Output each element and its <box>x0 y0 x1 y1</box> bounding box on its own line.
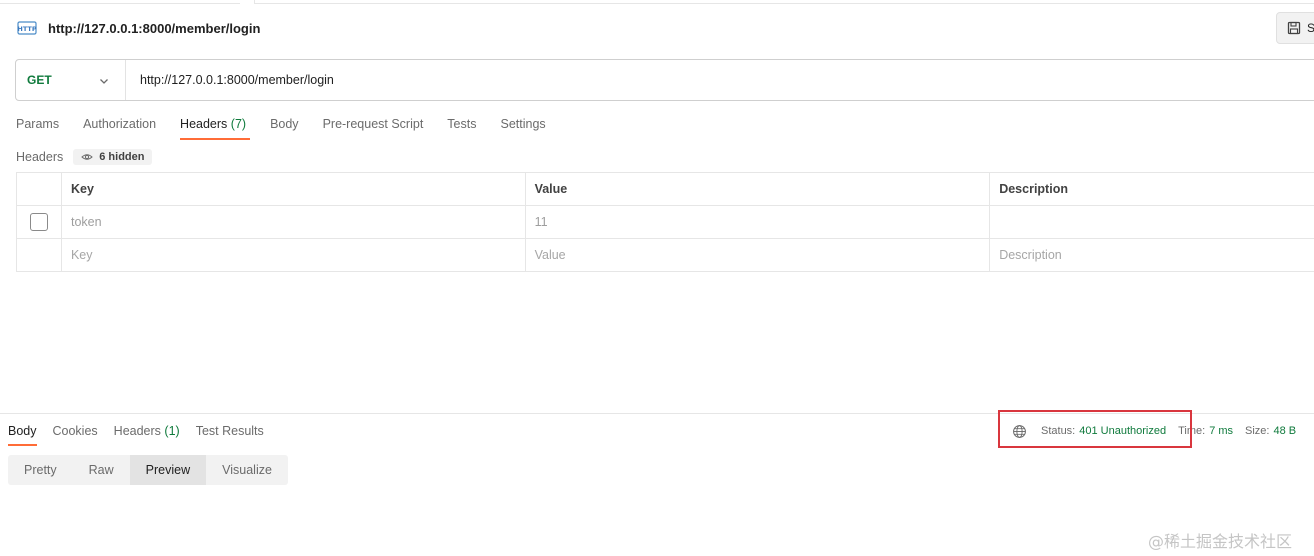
tab-pre-request-script[interactable]: Pre-request Script <box>323 116 424 140</box>
tab-body[interactable]: Body <box>270 116 299 140</box>
size-label: Size: <box>1245 425 1270 437</box>
tab-settings[interactable]: Settings <box>500 116 545 140</box>
tab-label: Tests <box>447 117 477 131</box>
tab-label: Cookies <box>52 424 98 438</box>
url-input[interactable]: http://127.0.0.1:8000/member/login <box>140 73 334 87</box>
table-row: token 11 <box>16 205 1314 239</box>
save-button-label: S <box>1307 21 1314 35</box>
svg-text:HTTP: HTTP <box>17 25 36 33</box>
status-highlight-box <box>998 410 1192 448</box>
headers-section-label: Headers <box>16 150 64 164</box>
row-checkbox-cell <box>16 205 62 239</box>
tab-label: Body <box>270 117 299 131</box>
tab-tests[interactable]: Tests <box>447 116 476 140</box>
header-key-cell[interactable]: token <box>60 205 526 239</box>
tab-strip-left <box>0 0 240 4</box>
headers-table: Key Value Description token 11 Key Value… <box>16 172 1314 272</box>
eye-icon <box>81 154 93 160</box>
tab-label: Headers <box>180 117 228 131</box>
top-tab-strip <box>0 0 1314 4</box>
tab-label: Pre-request Script <box>322 117 424 131</box>
tab-count: (1) <box>164 424 180 438</box>
view-raw-button[interactable]: Raw <box>73 455 130 485</box>
tab-label: Test Results <box>195 424 264 438</box>
url-bar: GET http://127.0.0.1:8000/member/login <box>15 59 1314 101</box>
response-tab-body[interactable]: Body <box>8 423 37 446</box>
tab-count: (7) <box>230 117 247 131</box>
new-row-checkbox-cell <box>16 238 62 272</box>
tab-strip-right <box>254 0 1314 4</box>
tab-label: Settings <box>500 117 546 131</box>
row-enable-checkbox[interactable] <box>29 213 48 231</box>
tab-label: Params <box>16 117 60 131</box>
hidden-headers-toggle[interactable]: 6 hidden <box>73 149 153 165</box>
tab-authorization[interactable]: Authorization <box>83 116 156 140</box>
header-value-cell[interactable]: 11 <box>524 205 991 239</box>
save-icon <box>1287 21 1301 35</box>
view-preview-button[interactable]: Preview <box>129 455 207 485</box>
view-pretty-button[interactable]: Pretty <box>8 455 73 485</box>
new-value-input[interactable]: Value <box>524 238 991 272</box>
new-description-input[interactable]: Description <box>989 238 1314 272</box>
request-tabs: Params Authorization Headers (7) Body Pr… <box>16 116 570 142</box>
method-value: GET <box>27 73 52 87</box>
column-header-description: Description <box>989 172 1314 206</box>
tab-label: Headers <box>113 424 161 438</box>
size-value[interactable]: 48 B <box>1274 425 1297 437</box>
tab-label: Body <box>8 424 37 438</box>
chevron-down-icon <box>100 79 108 84</box>
column-header-key: Key <box>60 172 526 206</box>
response-tabs: Body Cookies Headers (1) Test Results <box>8 423 280 447</box>
http-request-icon: HTTP <box>16 17 38 39</box>
table-row-new: Key Value Description <box>16 238 1314 272</box>
response-tab-headers[interactable]: Headers (1) <box>114 423 180 446</box>
tab-params[interactable]: Params <box>16 116 59 140</box>
response-tab-test-results[interactable]: Test Results <box>196 423 264 446</box>
request-title-bar: HTTP http://127.0.0.1:8000/member/login <box>16 17 260 39</box>
save-button[interactable]: S <box>1276 12 1314 44</box>
header-description-cell[interactable] <box>989 205 1314 239</box>
tab-label: Authorization <box>83 117 157 131</box>
request-name[interactable]: http://127.0.0.1:8000/member/login <box>48 21 260 36</box>
table-header-row: Key Value Description <box>16 172 1314 206</box>
view-visualize-button[interactable]: Visualize <box>206 455 288 485</box>
new-key-input[interactable]: Key <box>60 238 526 272</box>
watermark: @稀土掘金技术社区 <box>1148 532 1293 551</box>
header-checkbox-cell <box>16 172 62 206</box>
column-header-value: Value <box>524 172 991 206</box>
headers-subheader: Headers 6 hidden <box>16 149 153 165</box>
hidden-headers-label: 6 hidden <box>99 151 145 163</box>
response-view-modes: Pretty Raw Preview Visualize <box>8 455 288 485</box>
response-tab-cookies[interactable]: Cookies <box>53 423 98 446</box>
tab-headers[interactable]: Headers (7) <box>180 116 251 140</box>
method-select[interactable]: GET <box>16 60 126 100</box>
time-value[interactable]: 7 ms <box>1209 425 1233 437</box>
